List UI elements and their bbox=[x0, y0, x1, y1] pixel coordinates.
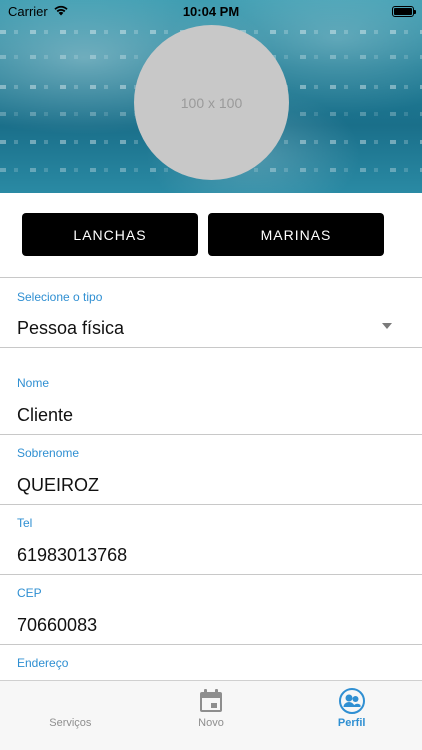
cep-label: CEP bbox=[17, 586, 42, 600]
tab-novo[interactable]: Novo bbox=[141, 681, 282, 750]
lanchas-button[interactable]: LANCHAS bbox=[22, 213, 198, 256]
marinas-button[interactable]: MARINAS bbox=[208, 213, 384, 256]
tab-perfil[interactable]: Perfil bbox=[281, 681, 422, 750]
tab-perfil-label: Perfil bbox=[337, 717, 366, 729]
tab-servicos[interactable]: Serviços bbox=[0, 681, 141, 750]
status-bar: Carrier 10:04 PM bbox=[0, 0, 422, 22]
wifi-icon bbox=[53, 4, 69, 19]
nome-label: Nome bbox=[17, 376, 50, 390]
sobrenome-value: QUEIROZ bbox=[17, 475, 100, 495]
endereco-field[interactable]: Endereço bbox=[0, 645, 422, 680]
tel-value: 61983013768 bbox=[17, 545, 128, 565]
profile-icon bbox=[338, 688, 365, 719]
nome-value: Cliente bbox=[17, 405, 74, 425]
carrier-label: Carrier bbox=[8, 3, 48, 19]
chevron-down-icon bbox=[382, 323, 392, 329]
cep-value: 70660083 bbox=[17, 615, 98, 635]
calendar-icon bbox=[198, 688, 224, 719]
tipo-label: Selecione o tipo bbox=[17, 290, 103, 304]
battery-icon bbox=[392, 5, 416, 17]
avatar[interactable]: 100 x 100 bbox=[134, 25, 289, 180]
avatar-placeholder-text: 100 x 100 bbox=[180, 94, 243, 111]
cep-field[interactable]: CEP 70660083 bbox=[0, 575, 422, 645]
tipo-value: Pessoa física bbox=[17, 318, 125, 338]
tel-field[interactable]: Tel 61983013768 bbox=[0, 505, 422, 575]
tab-servicos-label: Serviços bbox=[49, 717, 92, 729]
sobrenome-field[interactable]: Sobrenome QUEIROZ bbox=[0, 435, 422, 505]
endereco-label: Endereço bbox=[17, 656, 69, 670]
action-buttons: LANCHAS MARINAS bbox=[22, 213, 384, 256]
tab-bar: Serviços Novo Perfil bbox=[0, 680, 422, 750]
sobrenome-label: Sobrenome bbox=[17, 446, 80, 460]
tab-novo-label: Novo bbox=[198, 717, 224, 729]
tel-label: Tel bbox=[17, 516, 33, 530]
tipo-select[interactable]: Selecione o tipo Pessoa física bbox=[0, 278, 422, 348]
nome-field[interactable]: Nome Cliente bbox=[0, 348, 422, 435]
